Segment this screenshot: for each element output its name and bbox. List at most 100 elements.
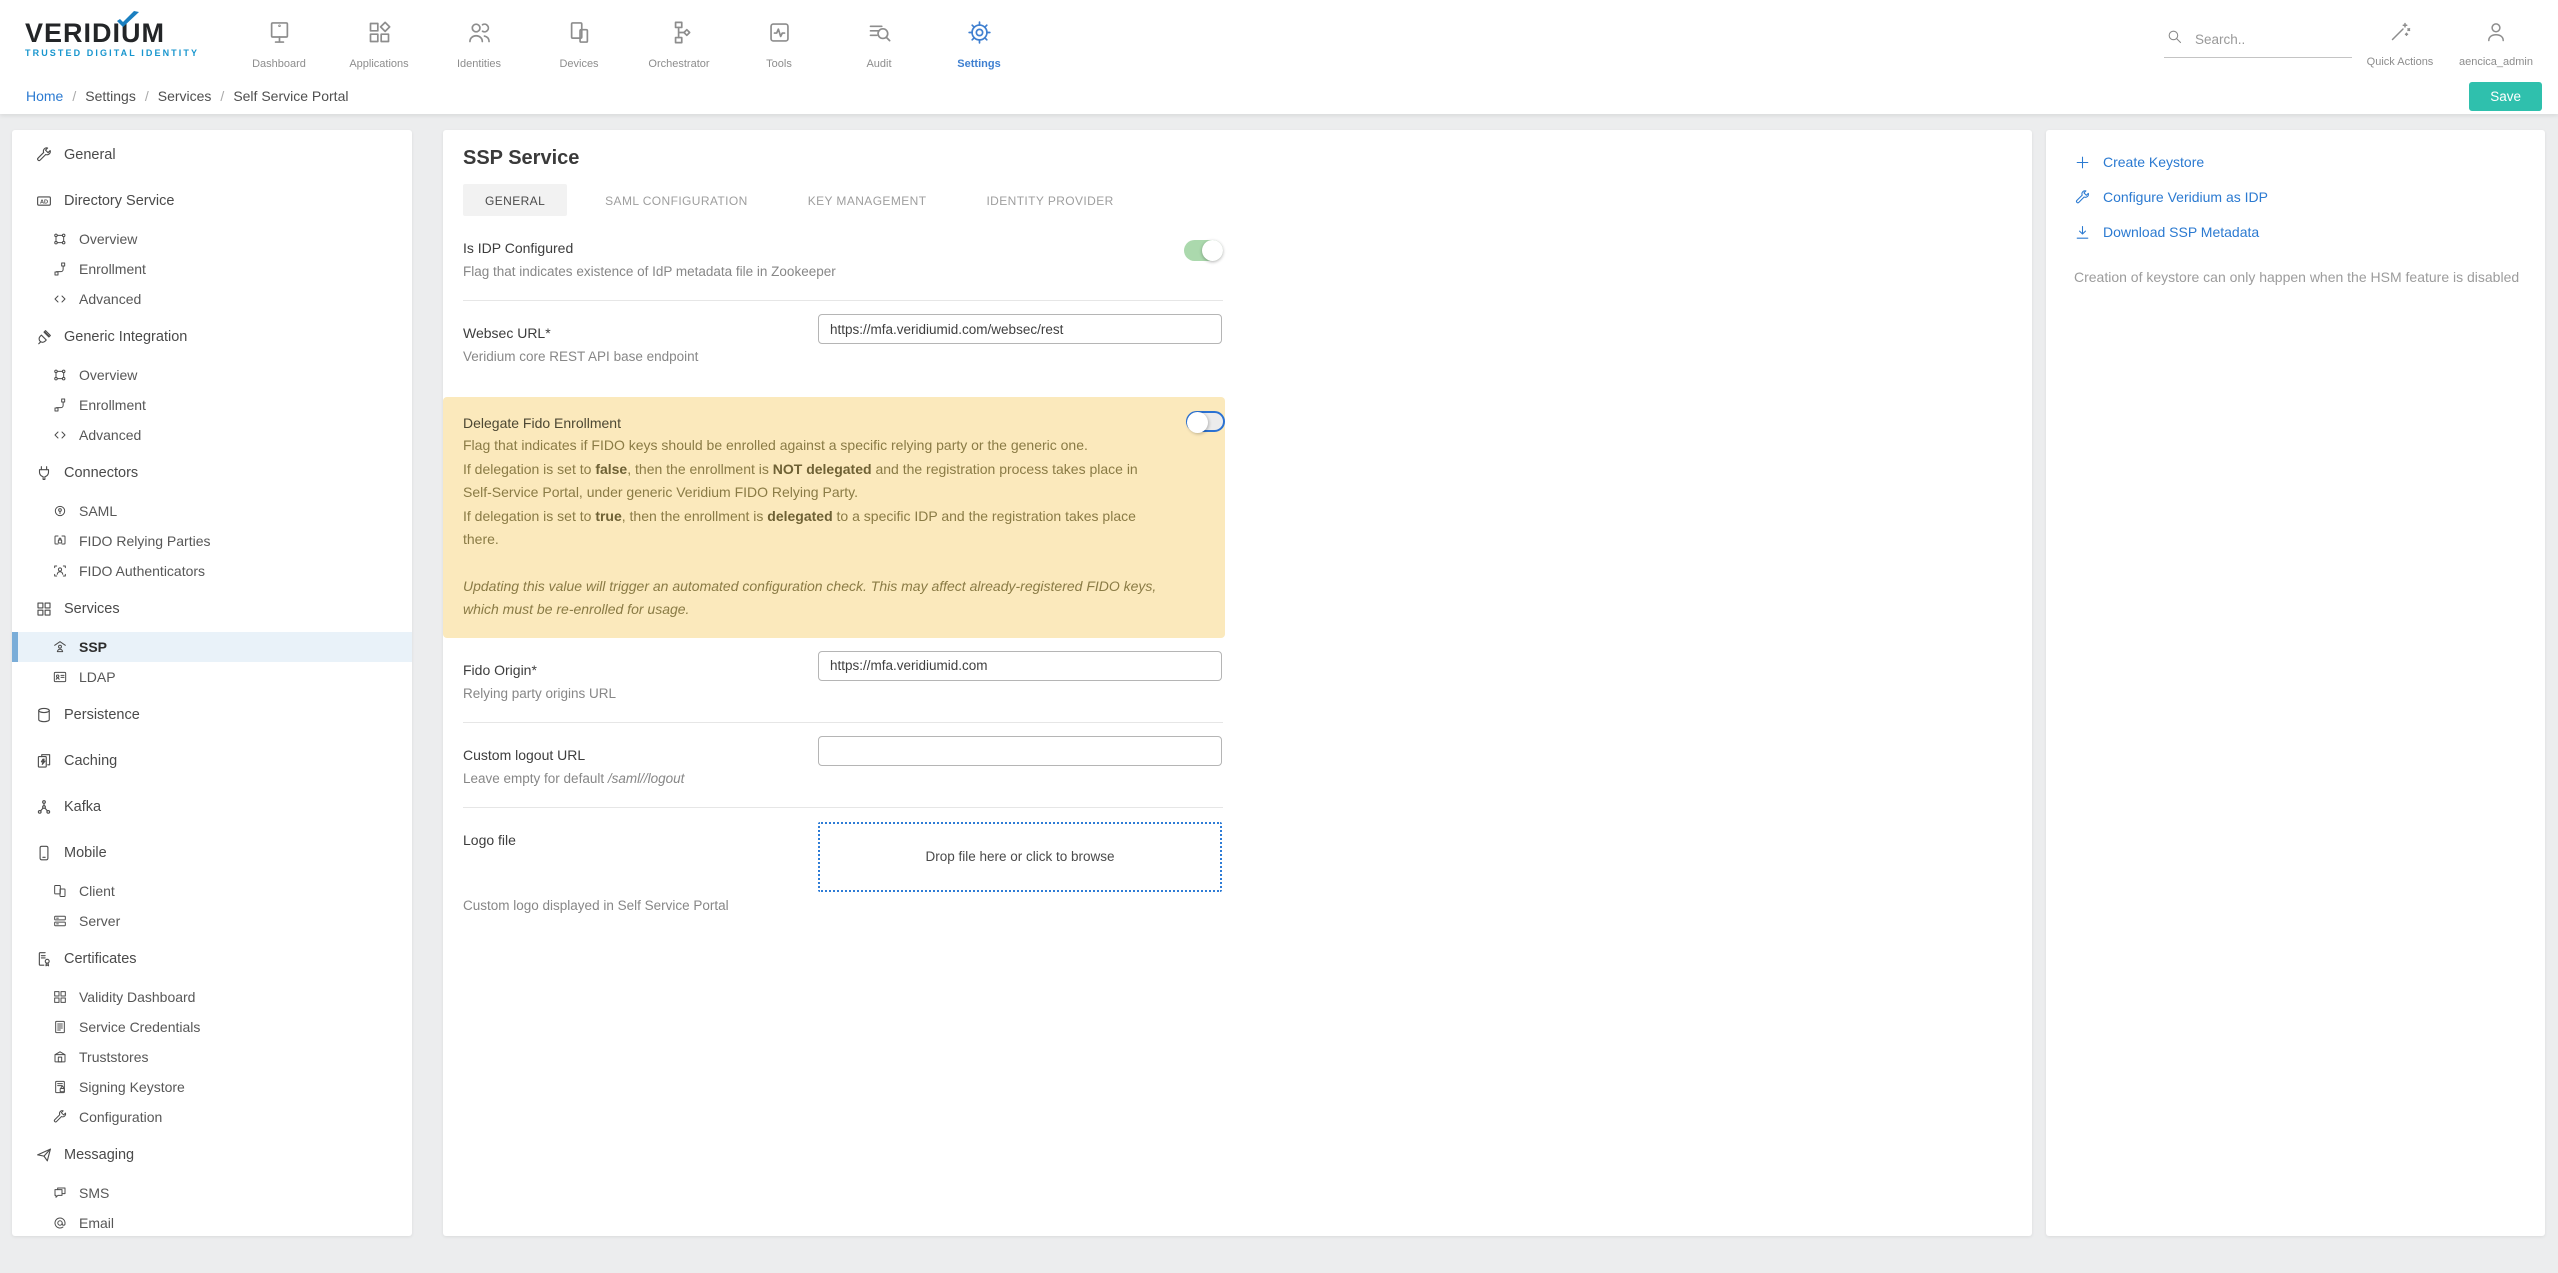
quick-actions-button[interactable]: Quick Actions (2352, 10, 2448, 68)
sidebar-item-generic-integration[interactable]: Generic Integration (12, 314, 412, 360)
nav-item-tools[interactable]: Tools (729, 9, 829, 70)
page-title: SSP Service (463, 146, 2032, 170)
sidebar-item-connectors[interactable]: Connectors (12, 450, 412, 496)
nav-item-identities[interactable]: Identities (429, 9, 529, 70)
fido-origin-input[interactable] (818, 651, 1222, 681)
sidebar-item-advanced[interactable]: Advanced (12, 284, 412, 314)
vault-icon (52, 1049, 68, 1065)
sidebar-item-overview[interactable]: Overview (12, 360, 412, 390)
nav-item-label: Settings (957, 58, 1000, 70)
sidebar-item-service-credentials[interactable]: Service Credentials (12, 1012, 412, 1042)
sidebar-item-label: Advanced (79, 291, 141, 307)
sidebar-item-configuration[interactable]: Configuration (12, 1102, 412, 1132)
nav-item-settings[interactable]: Settings (929, 9, 1029, 70)
panel-link-label: Download SSP Metadata (2103, 222, 2259, 242)
sidebar-item-ssp[interactable]: SSP (12, 632, 412, 662)
search-box (2164, 24, 2352, 58)
create-keystore-link[interactable]: Create Keystore (2074, 152, 2517, 172)
sidebar-item-label: Server (79, 913, 120, 929)
nav-item-devices[interactable]: Devices (529, 9, 629, 70)
enrollment-icon (52, 261, 68, 277)
websec-url-description: Veridium core REST API base endpoint (463, 347, 1223, 367)
wand-icon (2388, 20, 2412, 49)
nav-item-label: Dashboard (252, 58, 306, 70)
sidebar-item-saml[interactable]: SAML (12, 496, 412, 526)
sidebar-item-ldap[interactable]: LDAP (12, 662, 412, 692)
nav-item-dashboard[interactable]: Dashboard (229, 9, 329, 70)
logo-file-dropzone[interactable]: Drop file here or click to browse (818, 822, 1222, 892)
sidebar-item-advanced[interactable]: Advanced (12, 420, 412, 450)
is-idp-configured-toggle[interactable] (1184, 240, 1223, 261)
sidebar-item-fido-relying-parties[interactable]: FIDO Relying Parties (12, 526, 412, 556)
tab-general[interactable]: GENERAL (463, 184, 567, 216)
sidebar-item-enrollment[interactable]: Enrollment (12, 390, 412, 420)
sidebar-item-general[interactable]: General (12, 132, 412, 178)
sidebar-item-messaging[interactable]: Messaging (12, 1132, 412, 1178)
sidebar-item-fido-authenticators[interactable]: FIDO Authenticators (12, 556, 412, 586)
breadcrumb-separator: / (145, 88, 149, 104)
delegate-text-segment: true (595, 508, 621, 524)
ssp-general-form: Is IDP Configured Flag that indicates ex… (463, 216, 1223, 935)
top-nav: Dashboard ApplicationsIdentitiesDevices Or… (229, 9, 1029, 70)
breadcrumb-item-self-service-portal[interactable]: Self Service Portal (233, 88, 348, 104)
save-button[interactable]: Save (2469, 82, 2542, 111)
nav-item-label: Orchestrator (648, 58, 709, 70)
sidebar-item-services[interactable]: Services (12, 586, 412, 632)
search-input[interactable] (2195, 32, 2335, 47)
field-row-fido-origin: Fido Origin* Relying party origins URL (463, 638, 1223, 722)
orchestrator-icon (666, 19, 693, 51)
sidebar-item-label: Messaging (64, 1147, 134, 1163)
sidebar-item-server[interactable]: Server (12, 906, 412, 936)
custom-logout-url-input[interactable] (818, 736, 1222, 766)
delegate-text-segment: delegated (767, 508, 832, 524)
wrench-icon (52, 1109, 68, 1125)
tab-saml-configuration[interactable]: SAML CONFIGURATION (583, 184, 770, 216)
sidebar-item-validity-dashboard[interactable]: Validity Dashboard (12, 982, 412, 1012)
tab-identity-provider[interactable]: IDENTITY PROVIDER (964, 184, 1135, 216)
sidebar-item-label: Enrollment (79, 261, 146, 277)
tab-bar: GENERAL SAML CONFIGURATION KEY MANAGEMENT I… (463, 184, 2032, 216)
identities-icon (466, 19, 493, 51)
sidebar-item-caching[interactable]: Caching (12, 738, 412, 784)
sidebar-item-label: Directory Service (64, 193, 174, 209)
nav-item-applications[interactable]: Applications (329, 9, 429, 70)
doc-lock-icon (52, 1079, 68, 1095)
breadcrumb-item-home[interactable]: Home (26, 88, 63, 104)
sidebar-item-directory-service[interactable]: ADDirectory Service (12, 178, 412, 224)
sidebar-item-certificates[interactable]: Certificates (12, 936, 412, 982)
user-menu[interactable]: aencica_admin (2448, 10, 2544, 68)
sidebar-item-kafka[interactable]: Kafka (12, 784, 412, 830)
nav-item-orchestrator[interactable]: Orchestrator (629, 9, 729, 70)
breadcrumb-item-services[interactable]: Services (158, 88, 212, 104)
sidebar-item-signing-keystore[interactable]: Signing Keystore (12, 1072, 412, 1102)
certificate-icon (35, 950, 53, 968)
tab-key-management[interactable]: KEY MANAGEMENT (786, 184, 949, 216)
is-idp-configured-description: Flag that indicates existence of IdP met… (463, 262, 1223, 282)
wrench-icon (35, 146, 53, 164)
veridium-logo[interactable]: VERIDIUM TRUSTED DIGITAL IDENTITY (25, 20, 237, 58)
delegate-text-segment: NOT delegated (773, 461, 872, 477)
delegate-fido-enrollment-toggle[interactable] (1186, 411, 1225, 432)
delegate-fido-enrollment-description: Flag that indicates if FIDO keys should … (463, 434, 1169, 552)
sidebar-item-persistence[interactable]: Persistence (12, 692, 412, 738)
websec-url-input[interactable] (818, 314, 1222, 344)
sidebar-item-truststores[interactable]: Truststores (12, 1042, 412, 1072)
tools-icon (766, 19, 793, 51)
download-ssp-metadata-link[interactable]: Download SSP Metadata (2074, 222, 2517, 242)
configure-veridium-as-idp-link[interactable]: Configure Veridium as IDP (2074, 187, 2517, 207)
sidebar-item-client[interactable]: Client (12, 876, 412, 906)
sidebar-item-email[interactable]: Email (12, 1208, 412, 1236)
sidebar-item-enrollment[interactable]: Enrollment (12, 254, 412, 284)
breadcrumb-item-settings[interactable]: Settings (85, 88, 136, 104)
logout-default-path: /saml//logout (608, 771, 685, 786)
field-row-is-idp-configured: Is IDP Configured Flag that indicates ex… (463, 216, 1223, 300)
logo-tagline: TRUSTED DIGITAL IDENTITY (25, 48, 237, 58)
keystore-hsm-note: Creation of keystore can only happen whe… (2074, 267, 2532, 289)
sidebar-item-mobile[interactable]: Mobile (12, 830, 412, 876)
sidebar-item-sms[interactable]: SMS (12, 1178, 412, 1208)
sidebar-item-overview[interactable]: Overview (12, 224, 412, 254)
at-icon (52, 1215, 68, 1231)
quick-actions-label: Quick Actions (2367, 56, 2434, 68)
nav-item-audit[interactable]: Audit (829, 9, 929, 70)
database-icon (35, 706, 53, 724)
